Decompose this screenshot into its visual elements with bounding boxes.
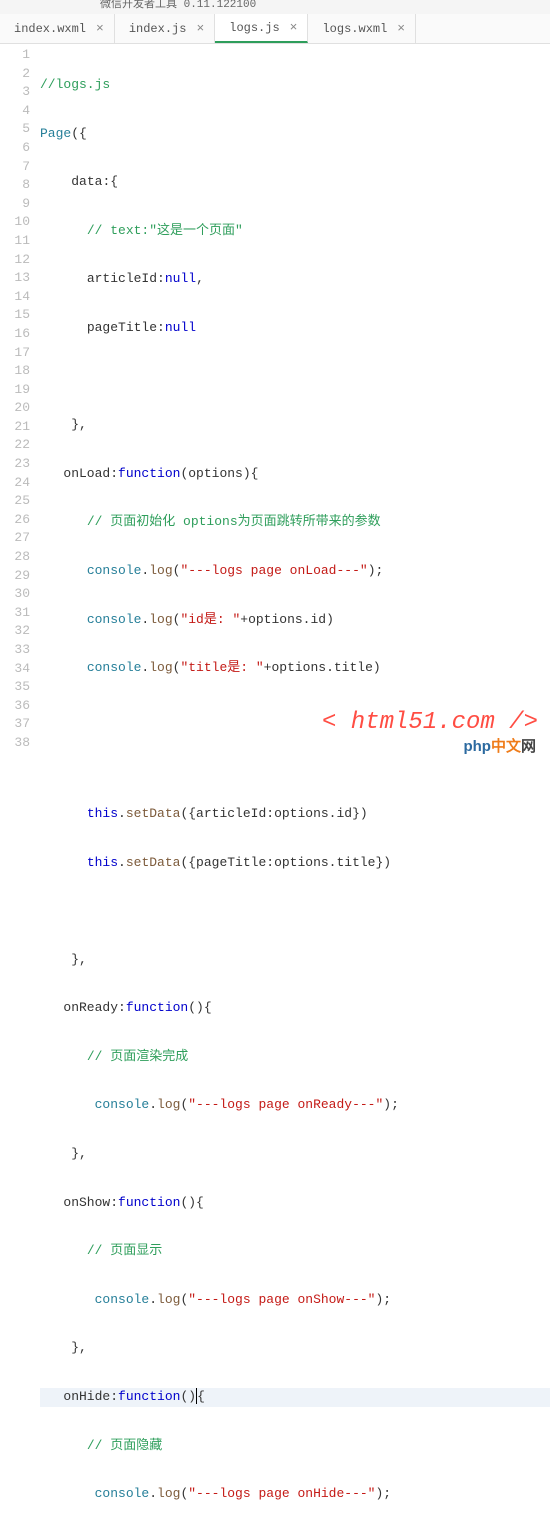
line-number: 14 bbox=[0, 288, 40, 307]
line-number: 12 bbox=[0, 251, 40, 270]
code-line[interactable]: // 页面隐藏 bbox=[40, 1437, 550, 1456]
tab-logs-js[interactable]: logs.js × bbox=[215, 14, 308, 43]
code-line[interactable] bbox=[40, 708, 550, 727]
line-number: 13 bbox=[0, 269, 40, 288]
code-line[interactable]: // 页面渲染完成 bbox=[40, 1048, 550, 1067]
line-number: 5 bbox=[0, 120, 40, 139]
line-number: 19 bbox=[0, 381, 40, 400]
code-line[interactable]: data:{ bbox=[40, 173, 550, 192]
line-number: 37 bbox=[0, 715, 40, 734]
code-line[interactable]: this.setData({pageTitle:options.title}) bbox=[40, 854, 550, 873]
line-number: 11 bbox=[0, 232, 40, 251]
line-number: 31 bbox=[0, 604, 40, 623]
tab-index-wxml[interactable]: index.wxml × bbox=[0, 14, 115, 43]
line-number: 35 bbox=[0, 678, 40, 697]
line-number: 7 bbox=[0, 158, 40, 177]
code-line[interactable]: pageTitle:null bbox=[40, 319, 550, 338]
line-number: 28 bbox=[0, 548, 40, 567]
line-number: 24 bbox=[0, 474, 40, 493]
code-line[interactable]: }, bbox=[40, 1339, 550, 1358]
code-line[interactable]: }, bbox=[40, 951, 550, 970]
code-line[interactable]: }, bbox=[40, 1145, 550, 1164]
line-number: 9 bbox=[0, 195, 40, 214]
line-number: 3 bbox=[0, 83, 40, 102]
tab-bar: index.wxml × index.js × logs.js × logs.w… bbox=[0, 14, 550, 44]
close-icon[interactable]: × bbox=[397, 21, 405, 36]
line-number: 27 bbox=[0, 529, 40, 548]
window-titlebar: 微信开发者工具 0.11.122100 bbox=[0, 0, 550, 14]
code-line[interactable]: console.log("title是: "+options.title) bbox=[40, 659, 550, 678]
line-number: 23 bbox=[0, 455, 40, 474]
code-line[interactable]: console.log("---logs page onLoad---"); bbox=[40, 562, 550, 581]
code-line[interactable] bbox=[40, 902, 550, 921]
code-line[interactable]: console.log("---logs page onHide---"); bbox=[40, 1485, 550, 1504]
code-line[interactable] bbox=[40, 368, 550, 387]
code-line[interactable]: //logs.js bbox=[40, 76, 550, 95]
line-number: 26 bbox=[0, 511, 40, 530]
tab-index-js[interactable]: index.js × bbox=[115, 14, 215, 43]
close-icon[interactable]: × bbox=[290, 20, 298, 35]
code-area[interactable]: //logs.js Page({ data:{ // text:"这是一个页面"… bbox=[40, 44, 550, 764]
code-line[interactable]: onHide:function(){ bbox=[40, 1388, 550, 1407]
close-icon[interactable]: × bbox=[196, 21, 204, 36]
line-number: 8 bbox=[0, 176, 40, 195]
line-number: 38 bbox=[0, 734, 40, 753]
line-number: 16 bbox=[0, 325, 40, 344]
line-number: 6 bbox=[0, 139, 40, 158]
code-line[interactable]: // 页面显示 bbox=[40, 1242, 550, 1261]
line-number: 2 bbox=[0, 65, 40, 84]
line-number: 34 bbox=[0, 660, 40, 679]
line-number: 36 bbox=[0, 697, 40, 716]
code-line[interactable]: console.log("id是: "+options.id) bbox=[40, 611, 550, 630]
line-number: 15 bbox=[0, 306, 40, 325]
line-number: 1 bbox=[0, 46, 40, 65]
tab-label: index.wxml bbox=[14, 22, 86, 36]
code-line[interactable]: console.log("---logs page onShow---"); bbox=[40, 1291, 550, 1310]
code-line[interactable]: // text:"这是一个页面" bbox=[40, 222, 550, 241]
line-number: 32 bbox=[0, 622, 40, 641]
code-line[interactable] bbox=[40, 756, 550, 775]
line-number: 20 bbox=[0, 399, 40, 418]
close-icon[interactable]: × bbox=[96, 21, 104, 36]
code-line[interactable]: Page({ bbox=[40, 125, 550, 144]
line-number: 22 bbox=[0, 436, 40, 455]
code-line[interactable]: this.setData({articleId:options.id}) bbox=[40, 805, 550, 824]
line-number: 18 bbox=[0, 362, 40, 381]
code-line[interactable]: articleId:null, bbox=[40, 270, 550, 289]
tab-label: index.js bbox=[129, 22, 187, 36]
code-line[interactable]: console.log("---logs page onReady---"); bbox=[40, 1096, 550, 1115]
line-number: 25 bbox=[0, 492, 40, 511]
line-number: 17 bbox=[0, 344, 40, 363]
line-number: 29 bbox=[0, 567, 40, 586]
tab-logs-wxml[interactable]: logs.wxml × bbox=[308, 14, 416, 43]
line-number: 21 bbox=[0, 418, 40, 437]
line-number: 30 bbox=[0, 585, 40, 604]
code-line[interactable]: // 页面初始化 options为页面跳转所带来的参数 bbox=[40, 513, 550, 532]
code-editor[interactable]: 1234567891011121314151617181920212223242… bbox=[0, 44, 550, 764]
line-number: 4 bbox=[0, 102, 40, 121]
tab-label: logs.wxml bbox=[322, 22, 387, 36]
code-line[interactable]: onLoad:function(options){ bbox=[40, 465, 550, 484]
code-line[interactable]: onShow:function(){ bbox=[40, 1194, 550, 1213]
line-number: 33 bbox=[0, 641, 40, 660]
code-line[interactable]: }, bbox=[40, 416, 550, 435]
code-line[interactable]: onReady:function(){ bbox=[40, 999, 550, 1018]
line-number: 10 bbox=[0, 213, 40, 232]
tab-label: logs.js bbox=[229, 21, 279, 35]
line-number-gutter: 1234567891011121314151617181920212223242… bbox=[0, 44, 40, 764]
